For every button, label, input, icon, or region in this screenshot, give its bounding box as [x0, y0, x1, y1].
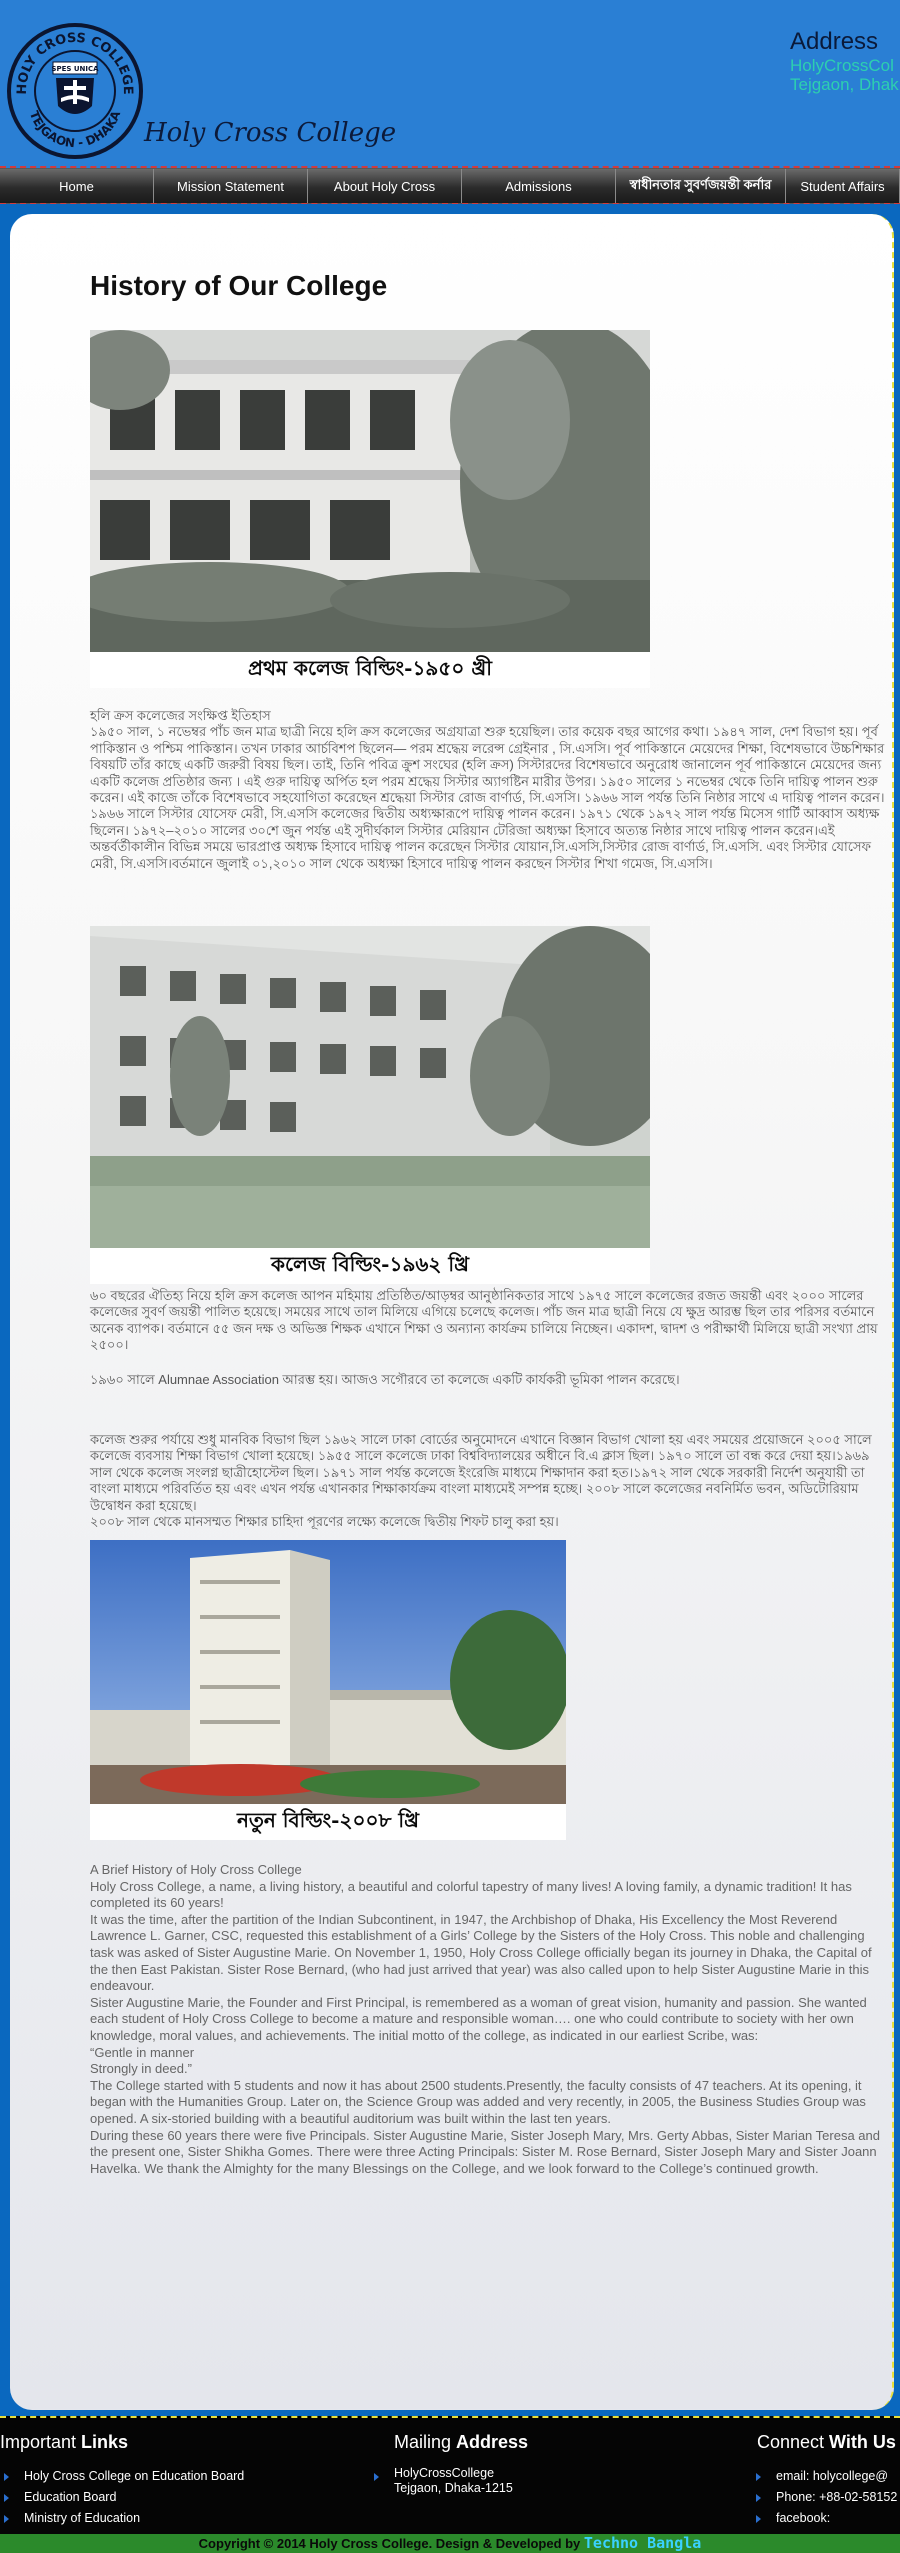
bangla-history-intro: হলি ক্রস কলেজের সংক্ষিপ্ত ইতিহাস ১৯৫০ সা…	[90, 708, 892, 872]
bangla-departments: কলেজ শুরুর পর্যায়ে শুধু মানবিক বিভাগ ছি…	[90, 1432, 872, 1530]
first-building-image	[90, 330, 650, 652]
footer-connect-heading-b: With Us	[829, 2432, 896, 2452]
english-history: A Brief History of Holy Cross College Ho…	[90, 1862, 880, 2177]
english-history-para-5: During these 60 years there were five Pr…	[90, 2127, 880, 2176]
footer-connect-heading: Connect With Us	[757, 2432, 896, 2453]
nav-about-holy-cross[interactable]: About Holy Cross	[308, 169, 462, 203]
address-line-1: HolyCrossCol	[790, 56, 894, 75]
footer-mailing-address: HolyCrossCollege Tejgaon, Dhaka-1215	[370, 2466, 513, 2496]
footer-mailing-heading: Mailing Address	[394, 2432, 528, 2453]
footer-mailing-list: HolyCrossCollege Tejgaon, Dhaka-1215	[370, 2466, 513, 2496]
photo-caption-1950: প্রথম কলেজ বিল্ডিং-১৯৫০ খ্রী	[90, 652, 650, 688]
nav-admissions[interactable]: Admissions	[462, 169, 616, 203]
footer-link-education-board[interactable]: Education Board	[0, 2487, 244, 2508]
footer-links-list: Holy Cross College on Education Board Ed…	[0, 2466, 244, 2529]
footer-link-education-board-listing[interactable]: Holy Cross College on Education Board	[0, 2466, 244, 2487]
footer-link-ministry-of-education[interactable]: Ministry of Education	[0, 2508, 244, 2529]
college-seal-logo[interactable]: HOLY CROSS COLLEGE TEJGAON - DHAKA SPES …	[6, 22, 144, 160]
english-history-motto-2: Strongly in deed.”	[90, 2061, 192, 2077]
seal-motto: SPES UNICA	[51, 65, 99, 73]
english-history-motto-1: “Gentle in manner	[90, 2044, 195, 2060]
college-script-name: Holy Cross College	[144, 118, 397, 148]
nav-golden-jubilee-corner[interactable]: স্বাধীনতার সুবর্ণজয়ন্তী কর্নার	[616, 169, 786, 203]
content-panel: History of Our College প্রথম কলেজ বিল্ডি…	[10, 214, 894, 2410]
footer-connect-list: email: holycollege@ Phone: +88-02-58152 …	[752, 2466, 900, 2529]
footer-connect-phone[interactable]: Phone: +88-02-58152	[752, 2487, 900, 2508]
header-address: Address HolyCrossCol Tejgaon, Dhak	[790, 28, 900, 94]
address-line-2: Tejgaon, Dhak	[790, 75, 899, 94]
copyright-text: Copyright © 2014 Holy Cross College. Des…	[198, 2536, 584, 2551]
bangla-history-intro-text: হলি ক্রস কলেজের সংক্ষিপ্ত ইতিহাস ১৯৫০ সা…	[90, 708, 885, 871]
footer-mail-line-1: HolyCrossCollege	[394, 2466, 495, 2480]
photo-caption-1962: কলেজ বিল্ডিং-১৯৬২ খ্রি	[90, 1248, 650, 1284]
footer-mailing-heading-a: Mailing	[394, 2432, 457, 2452]
english-history-para-1: Holy Cross College, a name, a living his…	[90, 1878, 852, 1911]
college-building-1962-image	[90, 926, 650, 1248]
photo-first-building-1950: প্রথম কলেজ বিল্ডিং-১৯৫০ খ্রী	[90, 330, 650, 688]
main-nav: Home Mission Statement About Holy Cross …	[0, 168, 900, 204]
page-title: History of Our College	[90, 270, 388, 301]
developer-brand-link[interactable]: Techno Bangla	[584, 2534, 701, 2552]
footer-connect-facebook[interactable]: facebook:	[752, 2508, 900, 2529]
english-history-heading: A Brief History of Holy Cross College	[90, 1862, 302, 1877]
footer-mailing-heading-b: Address	[456, 2432, 529, 2452]
nav-mission-statement[interactable]: Mission Statement	[154, 169, 308, 203]
new-building-2008-image	[90, 1540, 566, 1804]
english-history-para-4: The College started with 5 students and …	[90, 2077, 866, 2126]
english-history-para-3: Sister Augustine Marie, the Founder and …	[90, 1994, 867, 2043]
site-header: HOLY CROSS COLLEGE TEJGAON - DHAKA SPES …	[0, 0, 900, 168]
address-title: Address	[790, 28, 879, 55]
photo-college-building-1962: কলেজ বিল্ডিং-১৯৬২ খ্রি	[90, 926, 650, 1284]
footer-mail-line-2: Tejgaon, Dhaka-1215	[394, 2481, 513, 2495]
copyright-bar: Copyright © 2014 Holy Cross College. Des…	[0, 2534, 900, 2553]
bangla-sixty-years: ৬০ বছরের ঐতিহ্য নিয়ে হলি ক্রস কলেজ আপন …	[90, 1288, 878, 1353]
site-footer: Important Links Holy Cross College on Ed…	[0, 2416, 900, 2534]
photo-new-building-2008: নতুন বিল্ডিং-২০০৮ খ্রি	[90, 1540, 566, 1840]
nav-home[interactable]: Home	[0, 169, 154, 203]
photo-caption-2008: নতুন বিল্ডিং-২০০৮ খ্রি	[90, 1804, 566, 1840]
nav-student-affairs[interactable]: Student Affairs	[786, 169, 900, 203]
bangla-alumnae: ১৯৬০ সালে Alumnae Association আরম্ভ হয়।…	[90, 1372, 680, 1387]
footer-links-heading: Important Links	[0, 2432, 128, 2453]
footer-connect-heading-a: Connect	[757, 2432, 830, 2452]
footer-connect-email[interactable]: email: holycollege@	[752, 2466, 900, 2487]
footer-links-heading-b: Links	[81, 2432, 129, 2452]
footer-links-heading-a: Important	[0, 2432, 82, 2452]
english-history-para-2: It was the time, after the partition of …	[90, 1911, 872, 1994]
